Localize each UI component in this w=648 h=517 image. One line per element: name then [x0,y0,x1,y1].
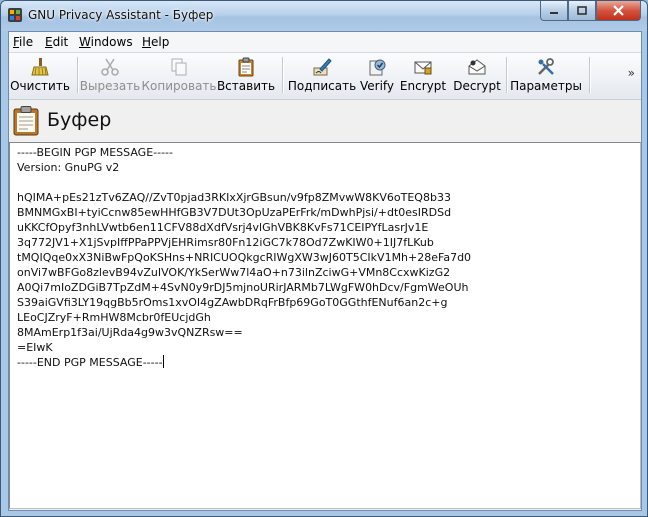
menu-file-label: ile [19,35,34,49]
clipboard-line: A0Qi7mIoZDGiB7TpZdM+4SvN0y9rDJ5mjnoURirJ… [17,281,469,294]
maximize-button[interactable] [568,1,596,21]
menu-help-label: elp [151,35,170,49]
close-icon [613,5,624,16]
copy-label: Копировать [141,79,217,93]
client-area: File Edit Windows Help Очистить Вырезать… [8,31,642,511]
window-title: GNU Privacy Assistant - Буфер [28,8,214,22]
minimize-button[interactable] [540,1,568,21]
settings-button[interactable]: Параметры [510,55,582,97]
envelope-lock-icon [414,61,432,75]
clipboard-line: -----END PGP MESSAGE----- [17,356,163,369]
toolbar-separator [506,57,508,93]
broom-icon [31,58,49,76]
sign-label: Подписать [287,79,357,93]
toolbar-separator [589,57,591,93]
menu-windows[interactable]: Windows [79,35,133,49]
menu-help[interactable]: Help [142,35,169,49]
menu-windows-label: indows [90,35,133,49]
verify-seal-icon [369,59,386,76]
close-button[interactable] [596,1,641,21]
settings-label: Параметры [510,79,582,93]
envelope-open-icon [468,59,486,75]
title-bar[interactable]: GNU Privacy Assistant - Буфер [1,1,647,31]
copy-button[interactable]: Копировать [141,55,217,97]
decrypt-button[interactable]: Decrypt [452,55,502,97]
text-caret [162,355,164,368]
minimize-icon [550,11,558,14]
clipboard-line: =EIwK [17,341,53,354]
clipboard-line: 3q772JV1+X1jSvpIffPPaPPVjEHRimsr80Fn12iG… [17,236,434,249]
menu-file[interactable]: File [13,35,33,49]
clipboard-line: LEoCJZryF+RmHW8Mcbr0fEUcjdGh [17,311,211,324]
cut-label: Вырезать [79,79,141,93]
clipboard-text-area[interactable]: -----BEGIN PGP MESSAGE----- Version: Gnu… [9,142,641,509]
verify-button[interactable]: Verify [359,55,395,97]
menu-help-accel: H [142,35,152,49]
menu-windows-accel: W [79,35,91,49]
gpa-app-icon [8,8,22,22]
clear-button[interactable]: Очистить [10,55,70,97]
menu-edit-accel: E [45,35,53,49]
page-header: Буфер [9,100,641,142]
maximize-icon [577,5,587,15]
sign-pen-icon [313,58,332,76]
clipboard-text: -----BEGIN PGP MESSAGE----- Version: Gnu… [10,143,640,370]
copy-icon [171,58,187,76]
decrypt-label: Decrypt [453,79,501,93]
toolbar-separator [77,57,79,93]
encrypt-label: Encrypt [399,79,447,93]
paste-label: Вставить [216,79,276,93]
clipboard-line: 8MAmErp1f3ai/UjRda4g9w3vQNZRsw== [17,326,243,339]
cut-button[interactable]: Вырезать [79,55,141,97]
scissors-icon [101,58,119,76]
menu-bar: File Edit Windows Help [9,32,641,53]
toolbar-overflow-icon[interactable]: » [628,66,635,80]
toolbar-separator [282,57,284,93]
page-title: Буфер [47,109,112,131]
verify-label: Verify [359,79,395,93]
tools-icon [538,58,554,75]
clipboard-line: -----BEGIN PGP MESSAGE----- [17,146,173,159]
clipboard-line: S39aiGVfi3LY19qgBb5rOms1xvOI4gZAwbDRqFrB… [17,296,448,309]
clipboard-line: hQIMA+pEs21zTv6ZAQ//ZvT0pjad3RKIxXjrGBsu… [17,191,451,204]
clipboard-line: uKKCfOpyf3nhLVwtb6en11CFV88dXdfVsrj4vlGh… [17,221,429,234]
clipboard-line: tMQIQqe0xX3NiBwFpQoKSHns+NRICUOQkgcRIWgX… [17,251,472,264]
clipboard-line: Version: GnuPG v2 [17,161,120,174]
clipboard-icon [238,57,254,77]
clear-label: Очистить [10,79,70,93]
clipboard-line: BMNMGxBI+tyiCcnw85ewHHfGB3V7DUt3OpUzaPEr… [17,206,452,219]
app-window: GNU Privacy Assistant - Буфер File Edit … [0,0,648,517]
clipboard-line: onVi7wBFGo8zlevB94vZuIVOK/YkSerWw7l4aO+n… [17,266,451,279]
menu-edit-label: dit [52,35,69,49]
toolbar: Очистить Вырезать Копировать Вставить По… [9,53,641,100]
menu-edit[interactable]: Edit [45,35,68,49]
paste-button[interactable]: Вставить [216,55,276,97]
clipboard-icon [13,106,39,136]
sign-button[interactable]: Подписать [287,55,357,97]
encrypt-button[interactable]: Encrypt [398,55,448,97]
